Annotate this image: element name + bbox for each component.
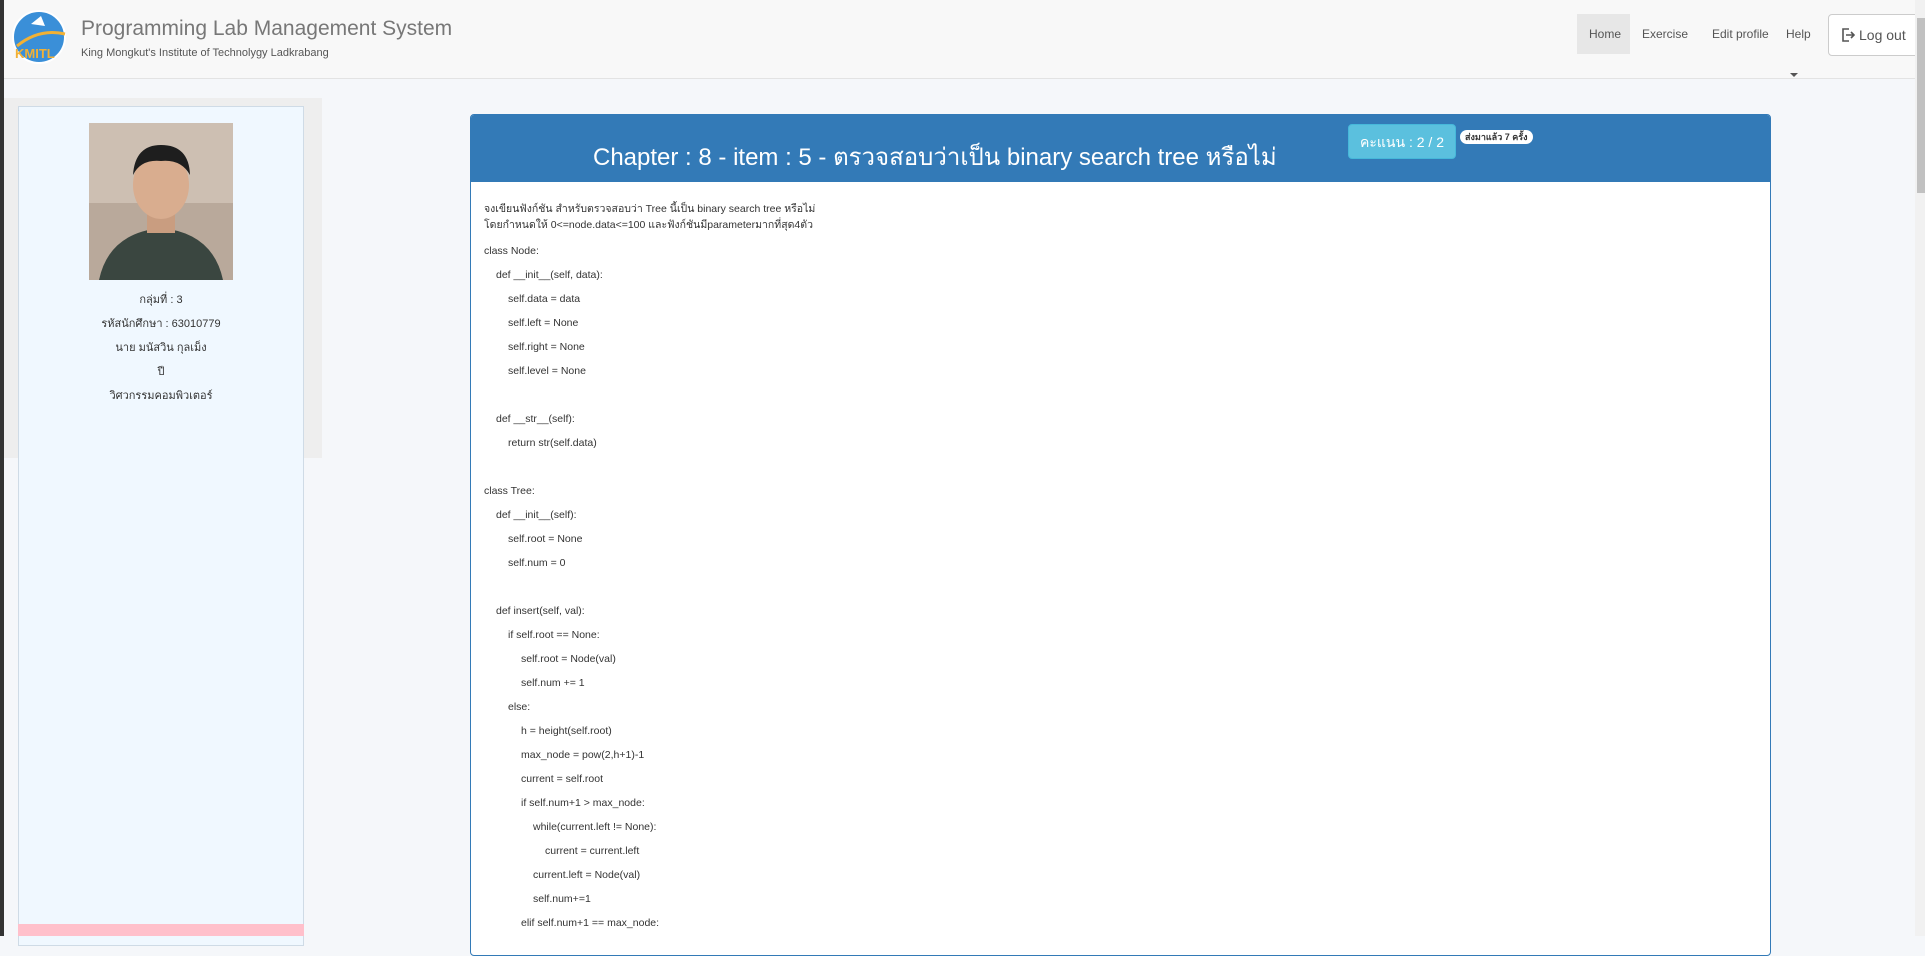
navbar: KMITL Programming Lab Management System … bbox=[4, 0, 1919, 79]
code-line: def __init__(self): bbox=[496, 509, 577, 521]
institute-name: King Mongkut's Institute of Technolygy L… bbox=[81, 47, 329, 59]
code-line: self.num+=1 bbox=[533, 893, 591, 905]
student-name: นาย มนัสวิน กุลเม็ง bbox=[115, 342, 207, 354]
exercise-title: Chapter : 8 - item : 5 - ตรวจสอบว่าเป็น … bbox=[593, 144, 1277, 171]
code-line: self.num = 0 bbox=[508, 557, 566, 569]
code-line: return str(self.data) bbox=[508, 437, 597, 449]
code-line: class Tree: bbox=[484, 485, 535, 497]
code-line: self.left = None bbox=[508, 317, 579, 329]
nav-edit-profile[interactable]: Edit profile bbox=[1700, 14, 1784, 54]
kmitl-logo[interactable]: KMITL bbox=[11, 8, 69, 66]
score-button[interactable]: คะแนน : 2 / 2 bbox=[1348, 124, 1456, 159]
panel-header: Chapter : 8 - item : 5 - ตรวจสอบว่าเป็น … bbox=[471, 115, 1770, 182]
logout-label: Log out bbox=[1859, 27, 1906, 43]
student-department: วิศวกรรมคอมพิวเตอร์ bbox=[109, 390, 213, 402]
code-line: self.root = None bbox=[508, 533, 583, 545]
exercise-description: จงเขียนฟังก์ชัน สำหรับตรวจสอบว่า Tree นี… bbox=[484, 201, 815, 233]
app-title[interactable]: Programming Lab Management System bbox=[81, 17, 452, 41]
code-line: current = current.left bbox=[545, 845, 640, 857]
code-line: self.level = None bbox=[508, 365, 586, 377]
code-line: self.root = Node(val) bbox=[521, 653, 616, 665]
nav-help-dropdown[interactable]: Help bbox=[1774, 14, 1828, 77]
submission-count-badge: ส่งมาแล้ว 7 ครั้ง bbox=[1460, 130, 1533, 144]
code-line: h = height(self.root) bbox=[521, 725, 612, 737]
code-line: def insert(self, val): bbox=[496, 605, 585, 617]
code-line: def __str__(self): bbox=[496, 413, 575, 425]
sign-out-icon bbox=[1842, 28, 1856, 42]
group-number: กลุ่มที่ : 3 bbox=[139, 294, 183, 306]
code-line: class Node: bbox=[484, 245, 539, 257]
scrollbar-thumb[interactable] bbox=[1917, 18, 1925, 193]
sidebar-pink-bar bbox=[18, 924, 304, 936]
code-line: if self.root == None: bbox=[508, 629, 600, 641]
code-line: def __init__(self, data): bbox=[496, 269, 603, 281]
code-line: current = self.root bbox=[521, 773, 603, 785]
page-scrollbar[interactable] bbox=[1915, 0, 1925, 936]
exercise-panel: Chapter : 8 - item : 5 - ตรวจสอบว่าเป็น … bbox=[470, 114, 1771, 956]
code-line: elif self.num+1 == max_node: bbox=[521, 917, 660, 929]
profile-photo bbox=[89, 123, 233, 280]
nav-home[interactable]: Home bbox=[1577, 14, 1630, 54]
caret-down-icon bbox=[1790, 72, 1798, 77]
code-line: current.left = Node(val) bbox=[533, 869, 641, 881]
nav-help-label: Help bbox=[1786, 27, 1811, 41]
code-line: self.num += 1 bbox=[521, 677, 585, 689]
code-line: max_node = pow(2,h+1)-1 bbox=[521, 749, 645, 761]
code-line: self.right = None bbox=[508, 341, 585, 353]
description-line: โดยกำหนดให้ 0<=node.data<=100 และฟังก์ชั… bbox=[484, 219, 813, 231]
code-line: if self.num+1 > max_node: bbox=[521, 797, 645, 809]
code-line: self.data = data bbox=[508, 293, 581, 305]
student-year: ปี bbox=[157, 366, 165, 378]
description-line: จงเขียนฟังก์ชัน สำหรับตรวจสอบว่า Tree นี… bbox=[484, 203, 816, 215]
profile-card: กลุ่มที่ : 3 รหัสนักศึกษา : 63010779 นาย… bbox=[18, 106, 304, 946]
nav-exercise[interactable]: Exercise bbox=[1630, 14, 1700, 54]
code-line: while(current.left != None): bbox=[533, 821, 657, 833]
logout-button[interactable]: Log out bbox=[1828, 14, 1919, 56]
student-id: รหัสนักศึกษา : 63010779 bbox=[101, 318, 221, 330]
code-line: else: bbox=[508, 701, 531, 713]
svg-text:KMITL: KMITL bbox=[15, 46, 55, 61]
